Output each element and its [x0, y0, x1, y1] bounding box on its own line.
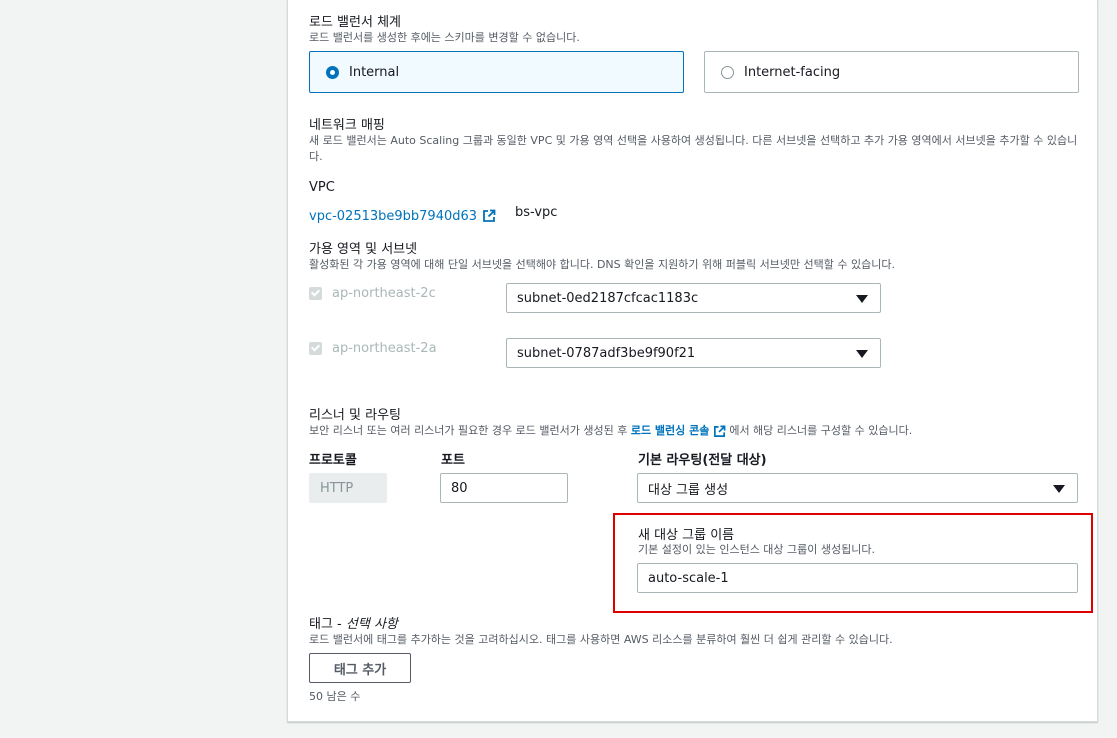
az-checkbox-2a [309, 342, 322, 355]
external-link-icon[interactable] [482, 209, 496, 223]
az-subnets-title: 가용 영역 및 서브넷 [309, 242, 418, 257]
routing-select[interactable]: 대상 그룹 생성 [637, 473, 1078, 503]
caret-down-icon [856, 295, 868, 303]
subnet-select-2c[interactable]: subnet-0ed2187cfcac1183c [506, 283, 881, 313]
az-label-2a: ap-northeast-2a [332, 341, 437, 356]
caret-down-icon [1053, 485, 1065, 493]
load-balancer-config-panel: 로드 밸런서 체계 로드 밸런서를 생성한 후에는 스키마를 변경할 수 없습니… [287, 0, 1098, 722]
subnet-select-value: subnet-0787adf3be9f90f21 [517, 345, 696, 361]
subnet-select-2a[interactable]: subnet-0787adf3be9f90f21 [506, 338, 881, 368]
routing-select-value: 대상 그룹 생성 [648, 482, 729, 498]
az-checkbox-2c [309, 287, 322, 300]
listeners-title: 리스너 및 라우팅 [309, 408, 401, 423]
listeners-description: 보안 리스너 또는 여러 리스너가 필요한 경우 로드 밸런서가 생성된 후 로… [309, 423, 912, 439]
tags-remaining: 50 남은 수 [309, 690, 361, 703]
add-tag-button[interactable]: 태그 추가 [309, 653, 411, 683]
network-mapping-title: 네트워크 매핑 [309, 118, 385, 133]
vpc-name: bs-vpc [515, 205, 558, 220]
scheme-option-internet-facing[interactable]: Internet-facing [704, 51, 1079, 93]
tags-title-text: 태그 - [309, 617, 346, 632]
vpc-link[interactable]: vpc-02513be9bb7940d63 [309, 205, 496, 224]
scheme-option-internal[interactable]: Internal [309, 51, 684, 93]
protocol-label: 프로토콜 [309, 453, 357, 468]
listeners-description-text: 보안 리스너 또는 여러 리스너가 필요한 경우 로드 밸런서가 생성된 후 [309, 424, 631, 437]
check-icon [310, 287, 321, 297]
scheme-title: 로드 밸런서 체계 [309, 15, 401, 30]
port-label: 포트 [441, 453, 465, 468]
protocol-field: HTTP [309, 473, 387, 503]
vpc-id-link[interactable]: vpc-02513be9bb7940d63 [309, 209, 477, 224]
az-label-2c: ap-northeast-2c [332, 286, 436, 301]
radio-selected-icon[interactable] [326, 65, 339, 79]
tags-description: 로드 밸런서에 태그를 추가하는 것을 고려하십시오. 태그를 사용하면 AWS… [309, 633, 893, 646]
external-link-icon[interactable] [713, 425, 726, 438]
check-icon [310, 342, 321, 352]
target-group-description: 기본 설정이 있는 인스턴스 대상 그룹이 생성됩니다. [638, 543, 875, 556]
network-mapping-description: 새 로드 밸런서는 Auto Scaling 그룹과 동일한 VPC 및 가용 … [309, 134, 1078, 163]
target-group-title: 새 대상 그룹 이름 [638, 528, 735, 543]
target-group-name-input[interactable] [637, 563, 1078, 593]
tags-optional-text: 선택 사항 [345, 617, 398, 632]
load-balancing-console-link[interactable]: 로드 밸런싱 콘솔 [631, 424, 710, 437]
az-subnets-description: 활성화된 각 가용 영역에 대해 단일 서브넷을 선택해야 합니다. DNS 확… [309, 258, 895, 271]
routing-label: 기본 라우팅(전달 대상) [638, 453, 767, 468]
port-input[interactable] [440, 473, 568, 503]
scheme-description: 로드 밸런서를 생성한 후에는 스키마를 변경할 수 없습니다. [309, 31, 580, 44]
listeners-description-text: 에서 해당 리스너를 구성할 수 있습니다. [725, 424, 913, 437]
caret-down-icon [856, 350, 868, 358]
radio-unselected-icon[interactable] [721, 65, 734, 79]
tags-title: 태그 - 선택 사항 [309, 613, 398, 632]
scheme-option-label: Internal [349, 64, 400, 80]
vpc-label: VPC [309, 180, 335, 195]
subnet-select-value: subnet-0ed2187cfcac1183c [517, 290, 699, 306]
scheme-option-label: Internet-facing [744, 64, 841, 80]
